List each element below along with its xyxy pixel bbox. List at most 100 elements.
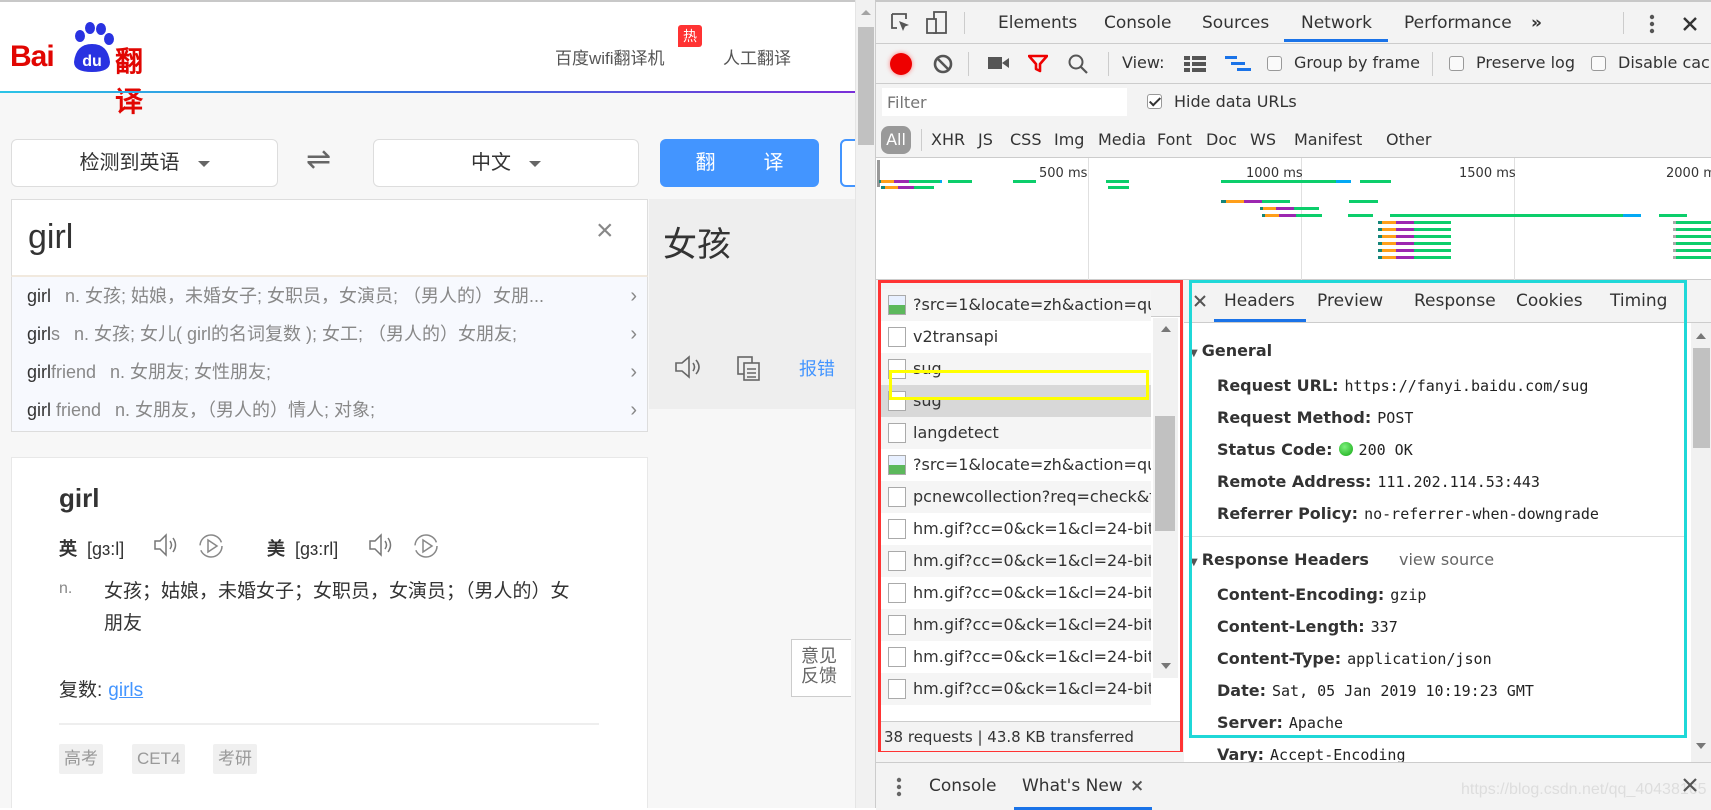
request-name: hm.gif?cc=0&ck=1&cl=24-bit xyxy=(913,551,1151,570)
baidu-fanyi-logo[interactable]: Bai du 翻译 xyxy=(10,22,170,118)
request-list-scrollbar[interactable] xyxy=(1153,318,1178,678)
feedback-button[interactable]: 意见反馈 xyxy=(791,639,851,697)
clear-input-icon[interactable]: × xyxy=(596,214,614,248)
uk-speaker-icon[interactable] xyxy=(152,532,180,558)
exam-tag[interactable]: 高考 xyxy=(59,744,103,774)
exam-tag[interactable]: CET4 xyxy=(132,744,186,774)
source-language-select[interactable]: 检测到英语 xyxy=(11,139,278,187)
inspect-element-icon[interactable] xyxy=(890,12,912,34)
more-tabs-icon[interactable]: » xyxy=(1531,13,1542,33)
secondary-button[interactable] xyxy=(840,139,855,187)
response-headers-section-header[interactable]: ▼ Response Headers xyxy=(1190,550,1369,569)
scroll-down-arrow-icon[interactable] xyxy=(1161,663,1171,669)
close-drawer-icon[interactable] xyxy=(1682,777,1698,793)
large-rows-icon[interactable] xyxy=(1184,56,1206,72)
nav-wifi-translator[interactable]: 百度wifi翻译机 xyxy=(555,44,665,69)
tab-elements[interactable]: Elements xyxy=(998,13,1077,33)
tab-network[interactable]: Network xyxy=(1301,13,1372,33)
disable-cache-checkbox[interactable] xyxy=(1591,56,1606,71)
waterfall-segment xyxy=(1382,235,1396,238)
detail-tab-cookies[interactable]: Cookies xyxy=(1516,291,1583,311)
suggestion-item[interactable]: girls n. 女孩; 女儿( girl的名词复数 ); 女工; （男人的）女朋… xyxy=(27,315,637,353)
uk-replay-icon[interactable] xyxy=(197,532,225,560)
scroll-up-arrow-icon[interactable] xyxy=(1696,333,1706,339)
speaker-icon[interactable] xyxy=(673,354,703,380)
request-row[interactable]: v2transapi xyxy=(881,321,1151,353)
swap-languages-icon[interactable]: ⇌ xyxy=(306,142,331,177)
hide-data-urls-checkbox[interactable] xyxy=(1147,94,1162,109)
page-scrollbar[interactable] xyxy=(855,0,875,808)
preserve-log-checkbox[interactable] xyxy=(1449,56,1464,71)
type-filter-media[interactable]: Media xyxy=(1098,130,1146,149)
tab-sources[interactable]: Sources xyxy=(1202,13,1269,33)
overview-waterfall-icon[interactable] xyxy=(1225,56,1251,72)
close-detail-icon[interactable] xyxy=(1194,295,1206,307)
request-row[interactable]: hm.gif?cc=0&ck=1&cl=24-bit xyxy=(881,577,1151,609)
type-filter-img[interactable]: Img xyxy=(1054,130,1084,149)
type-filter-other[interactable]: Other xyxy=(1386,130,1431,149)
tab-performance[interactable]: Performance xyxy=(1404,13,1512,33)
scrollbar-thumb[interactable] xyxy=(1693,348,1710,448)
detail-tab-response[interactable]: Response xyxy=(1414,291,1496,311)
search-icon[interactable] xyxy=(1067,53,1089,75)
detail-scrollbar[interactable] xyxy=(1691,323,1711,762)
general-section-header[interactable]: ▼ General xyxy=(1190,341,1272,360)
type-filter-doc[interactable]: Doc xyxy=(1206,130,1237,149)
request-row[interactable]: hm.gif?cc=0&ck=1&cl=24-bit xyxy=(881,545,1151,577)
scroll-up-arrow-icon[interactable] xyxy=(861,10,871,15)
request-row[interactable]: hm.gif?cc=0&ck=1&cl=24-bit xyxy=(881,673,1151,705)
scroll-down-arrow-icon[interactable] xyxy=(1696,743,1706,749)
filter-icon[interactable] xyxy=(1028,54,1048,74)
group-by-frame-checkbox[interactable] xyxy=(1267,56,1282,71)
screenshot-camera-icon[interactable] xyxy=(988,56,1010,70)
request-row[interactable]: pcnewcollection?req=check&f xyxy=(881,481,1151,513)
nav-human-translation[interactable]: 人工翻译 xyxy=(723,44,791,69)
us-speaker-icon[interactable] xyxy=(367,532,395,558)
request-row[interactable]: ?src=1&locate=zh&action=qu xyxy=(881,289,1151,321)
type-filter-xhr[interactable]: XHR xyxy=(931,130,965,149)
clear-icon[interactable] xyxy=(932,53,954,75)
scrollbar-thumb[interactable] xyxy=(858,27,874,145)
record-icon[interactable] xyxy=(890,53,912,75)
drawer-menu-icon[interactable] xyxy=(896,777,902,797)
type-filter-js[interactable]: JS xyxy=(978,130,993,149)
translate-button[interactable]: 翻 译 xyxy=(660,139,819,187)
more-options-icon[interactable] xyxy=(1649,14,1655,34)
network-overview-timeline[interactable]: 500 ms 1000 ms 1500 ms 2000 ms xyxy=(876,158,1711,280)
request-row[interactable]: ?src=1&locate=zh&action=qu xyxy=(881,449,1151,481)
suggestion-item[interactable]: girl n. 女孩; 姑娘，未婚女子; 女职员，女演员; （男人的）女朋... … xyxy=(27,277,637,315)
detail-tab-timing[interactable]: Timing xyxy=(1610,291,1667,311)
close-tab-icon[interactable]: × xyxy=(1130,776,1144,796)
plural-link[interactable]: girls xyxy=(108,680,143,701)
scroll-up-arrow-icon[interactable] xyxy=(1161,326,1171,332)
drawer-tab-console[interactable]: Console xyxy=(929,776,997,796)
type-filter-all[interactable]: All xyxy=(881,126,911,154)
request-row[interactable]: langdetect xyxy=(881,417,1151,449)
device-toolbar-icon[interactable] xyxy=(926,11,948,35)
us-replay-icon[interactable] xyxy=(412,532,440,560)
close-devtools-icon[interactable] xyxy=(1682,16,1698,32)
request-row[interactable]: hm.gif?cc=0&ck=1&cl=24-bit xyxy=(881,641,1151,673)
type-filter-manifest[interactable]: Manifest xyxy=(1294,130,1362,149)
filter-input[interactable] xyxy=(882,88,1127,116)
copy-icon[interactable] xyxy=(735,354,763,382)
detail-tab-headers[interactable]: Headers xyxy=(1224,291,1295,311)
suggestion-item[interactable]: girl friend n. 女朋友，（男人的）情人; 对象; › xyxy=(27,391,637,429)
drawer-tab-whats-new[interactable]: What's New xyxy=(1022,776,1123,796)
type-filter-ws[interactable]: WS xyxy=(1250,130,1276,149)
tab-console[interactable]: Console xyxy=(1104,13,1172,33)
exam-tag[interactable]: 考研 xyxy=(213,744,257,774)
request-row[interactable]: hm.gif?cc=0&ck=1&cl=24-bit xyxy=(881,513,1151,545)
view-source-link[interactable]: view source xyxy=(1399,550,1494,569)
source-text-value[interactable]: girl xyxy=(28,218,73,257)
type-filter-css[interactable]: CSS xyxy=(1010,130,1041,149)
detail-tab-preview[interactable]: Preview xyxy=(1317,291,1383,311)
request-row[interactable]: hm.gif?cc=0&ck=1&cl=24-bit xyxy=(881,609,1151,641)
suggestion-item[interactable]: girlfriend n. 女朋友; 女性朋友; › xyxy=(27,353,637,391)
source-text-input[interactable]: girl × xyxy=(11,199,648,277)
report-error-link[interactable]: 报错 xyxy=(799,355,835,381)
scrollbar-thumb[interactable] xyxy=(1155,416,1175,531)
header-row: Remote Address: 111.202.114.53:443 xyxy=(1217,472,1540,491)
target-language-select[interactable]: 中文 xyxy=(373,139,639,187)
type-filter-font[interactable]: Font xyxy=(1157,130,1192,149)
